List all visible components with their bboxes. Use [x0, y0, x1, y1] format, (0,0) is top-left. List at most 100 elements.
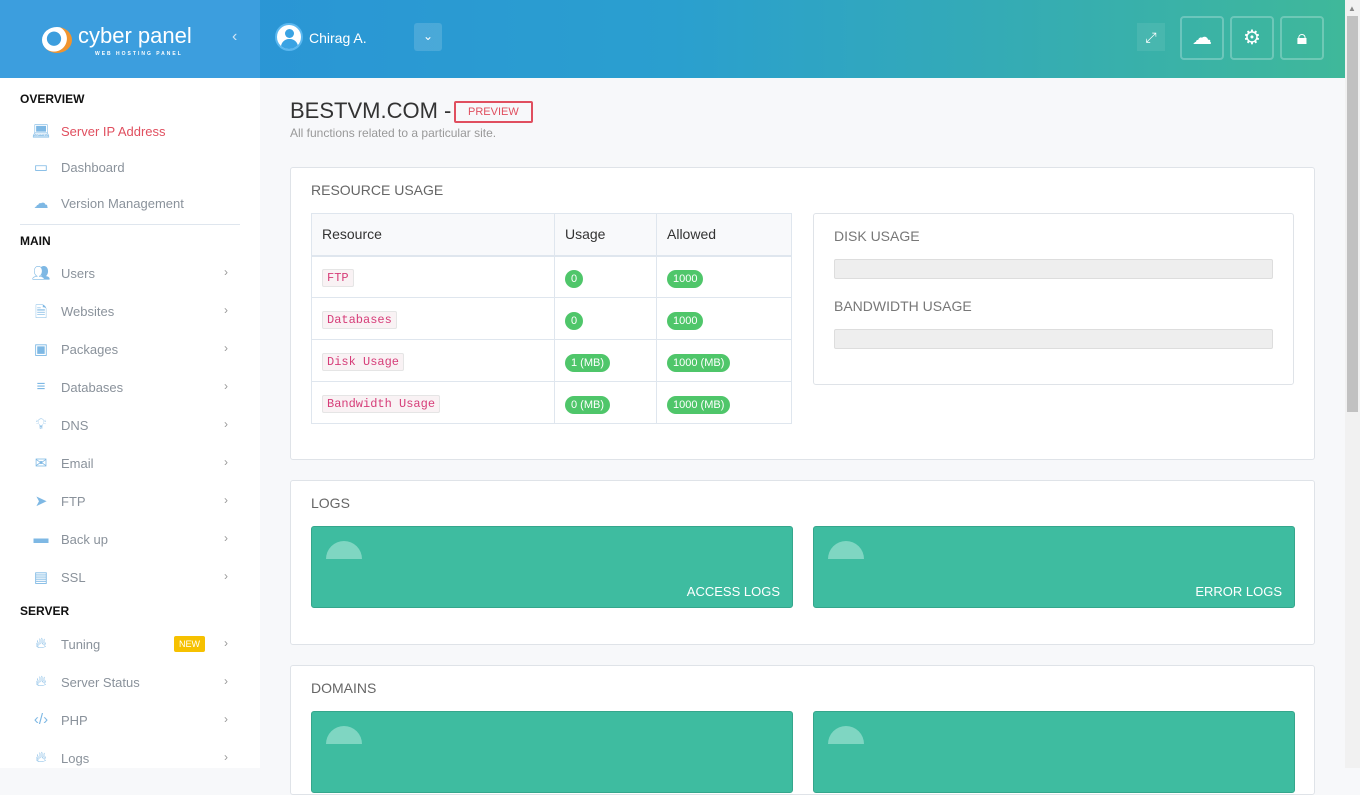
lock-icon: 🔒︎: [1296, 27, 1308, 49]
table-row: Databases 0 1000: [311, 297, 792, 340]
sidebar-item-label: Server Status: [61, 675, 140, 690]
code-file-icon: ‹/›: [33, 711, 49, 728]
sidebar-item-label: Version Management: [61, 196, 184, 211]
usage-badge: 0: [565, 311, 584, 330]
sidebar-item-packages[interactable]: ▣ Packages ›: [30, 338, 230, 362]
sidebar-item-label: Email: [61, 456, 94, 471]
usage-badge: 1 (MB): [565, 353, 610, 372]
user-name[interactable]: Chirag A.: [309, 30, 367, 46]
laptop-icon: 💻︎: [31, 123, 51, 140]
domains-panel: DOMAINS: [290, 665, 1315, 795]
sidebar-item-dashboard[interactable]: ▭ Dashboard: [30, 156, 230, 180]
chevron-right-icon: ›: [224, 674, 228, 688]
chevron-right-icon: ›: [224, 750, 228, 764]
allowed-badge: 1000 (MB): [667, 353, 731, 372]
resource-name: FTP: [322, 269, 354, 288]
dashboard-gauge-icon: [326, 541, 362, 559]
sidebar-item-databases[interactable]: ≡ Databases ›: [30, 376, 230, 400]
logo-icon: [42, 27, 72, 53]
avatar[interactable]: [275, 23, 303, 51]
sidebar-item-label: Server IP Address: [61, 124, 166, 139]
allowed-badge: 1000 (MB): [667, 395, 731, 414]
scrollbar[interactable]: ▲: [1345, 0, 1360, 768]
column-header: Resource: [311, 213, 555, 257]
sidebar-item-ftp[interactable]: ➤ FTP ›: [30, 490, 230, 514]
lock-button[interactable]: 🔒︎: [1280, 16, 1324, 60]
disk-usage-progress: [834, 259, 1273, 279]
resource-name: Disk Usage: [322, 353, 405, 371]
page-subtitle: All functions related to a particular si…: [290, 126, 497, 140]
folder-icon: ▬: [33, 530, 49, 547]
resource-usage-panel: RESOURCE USAGE Resource Usage Allowed FTP 0…: [290, 167, 1315, 460]
error-logs-tile[interactable]: ERROR LOGS: [813, 526, 1295, 608]
chevron-right-icon: ›: [224, 531, 228, 545]
resource-name: Databases: [322, 311, 397, 329]
cubes-icon: ▣: [33, 341, 49, 358]
column-header: Allowed: [656, 213, 792, 257]
resource-name: Bandwidth Usage: [322, 395, 441, 413]
sidebar-item-backup[interactable]: ▬ Back up ›: [30, 528, 230, 552]
sidebar-item-logs[interactable]: 🔥︎ Logs ›: [30, 747, 230, 771]
top-bar: cyber panel WEB HOSTING PANEL ‹ Chirag A…: [0, 0, 1345, 78]
panel-title: LOGS: [311, 495, 350, 511]
sidebar-item-server-ip[interactable]: 💻︎ Server IP Address: [30, 120, 230, 144]
divider: [20, 224, 240, 225]
gear-icon: ⚙: [1243, 27, 1261, 49]
sidebar-item-version-management[interactable]: ☁ Version Management: [30, 192, 230, 216]
access-logs-tile[interactable]: ACCESS LOGS: [311, 526, 793, 608]
sidebar-item-websites[interactable]: 🗎︎ Websites ›: [30, 300, 230, 324]
lightbulb-icon: 💡︎: [35, 416, 47, 433]
sidebar-item-dns[interactable]: 💡︎ DNS ›: [30, 414, 230, 438]
chevron-right-icon: ›: [224, 417, 228, 431]
section-server: SERVER: [20, 604, 70, 618]
section-main: MAIN: [20, 234, 51, 248]
sidebar-item-label: Databases: [61, 380, 124, 395]
sidebar-item-label: Websites: [61, 304, 115, 319]
briefcase-icon: ▤: [33, 569, 49, 586]
brand-name: cyber panel: [78, 23, 192, 48]
panel-title: DOMAINS: [311, 680, 377, 696]
usage-badge: 0: [565, 269, 584, 288]
usage-badge: 0 (MB): [565, 395, 610, 414]
users-icon: 👥︎: [31, 265, 51, 282]
user-dropdown-button[interactable]: ⌄: [414, 23, 442, 51]
fullscreen-icon[interactable]: ⤢: [1137, 23, 1165, 51]
sidebar-item-server-status[interactable]: 🔥︎ Server Status ›: [30, 671, 230, 695]
tile-label: ACCESS LOGS: [686, 584, 780, 599]
resource-table: Resource Usage Allowed FTP 0 1000 Databases 0…: [311, 213, 792, 424]
cloud-button[interactable]: ☁: [1180, 16, 1224, 60]
sidebar-item-label: Logs: [61, 751, 90, 766]
preview-button[interactable]: PREVIEW: [454, 101, 533, 123]
brand-tagline: WEB HOSTING PANEL: [95, 51, 183, 57]
fire-icon: 🔥︎: [35, 749, 47, 766]
column-header: Usage: [554, 213, 657, 257]
bandwidth-usage-progress: [834, 329, 1273, 349]
scroll-up-icon[interactable]: ▲: [1348, 4, 1356, 13]
logo[interactable]: cyber panel WEB HOSTING PANEL ‹: [0, 0, 260, 78]
paper-plane-icon: ➤: [34, 493, 48, 510]
sidebar-item-email[interactable]: ✉ Email ›: [30, 452, 230, 476]
cloud-icon: ☁: [1192, 27, 1212, 49]
sidebar-item-ssl[interactable]: ▤ SSL ›: [30, 566, 230, 590]
sidebar-item-label: SSL: [61, 570, 86, 585]
settings-button[interactable]: ⚙: [1230, 16, 1274, 60]
envelope-icon: ✉: [34, 455, 48, 472]
domain-tile[interactable]: [311, 711, 793, 793]
collapse-sidebar-icon[interactable]: ‹: [232, 28, 237, 46]
dashboard-gauge-icon: [828, 726, 864, 744]
usage-bars-card: DISK USAGE BANDWIDTH USAGE: [813, 213, 1294, 385]
sidebar-item-label: PHP: [61, 713, 88, 728]
sidebar-item-php[interactable]: ‹/› PHP ›: [30, 709, 230, 733]
sidebar-item-label: Packages: [61, 342, 119, 357]
table-row: FTP 0 1000: [311, 255, 792, 298]
sidebar-item-users[interactable]: 👥︎ Users ›: [30, 262, 230, 286]
chevron-right-icon: ›: [224, 379, 228, 393]
scrollbar-thumb[interactable]: [1347, 16, 1358, 412]
sidebar-item-tuning[interactable]: 🔥︎ Tuning NEW ›: [30, 633, 230, 657]
panel-title: RESOURCE USAGE: [311, 182, 444, 198]
new-badge: NEW: [174, 636, 205, 652]
sidebar-item-label: Users: [61, 266, 95, 281]
table-header: Resource Usage Allowed: [311, 213, 792, 257]
fire-icon: 🔥︎: [35, 635, 47, 652]
domain-tile[interactable]: [813, 711, 1295, 793]
